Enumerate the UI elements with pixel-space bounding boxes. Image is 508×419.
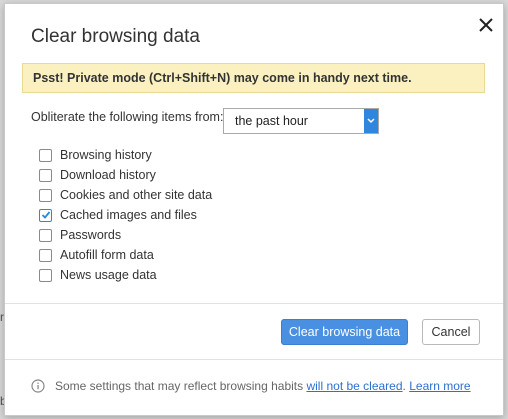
checkbox-download-history[interactable] — [39, 168, 52, 182]
option-autofill[interactable]: Autofill form data — [39, 245, 212, 265]
footer-note: Some settings that may reflect browsing … — [31, 379, 471, 393]
option-label: Passwords — [60, 228, 122, 242]
checkbox-autofill[interactable] — [39, 248, 52, 262]
option-passwords[interactable]: Passwords — [39, 225, 212, 245]
option-cached-images[interactable]: Cached images and files — [39, 205, 212, 225]
option-label: Cookies and other site data — [60, 188, 213, 202]
footer-text: Some settings that may reflect browsing … — [55, 379, 304, 393]
option-news-usage[interactable]: News usage data — [39, 265, 212, 285]
option-label: Browsing history — [60, 148, 152, 162]
time-range-value: the past hour — [235, 114, 308, 128]
close-button[interactable] — [475, 14, 497, 36]
checkbox-news-usage[interactable] — [39, 268, 52, 282]
checkbox-passwords[interactable] — [39, 228, 52, 242]
option-cookies[interactable]: Cookies and other site data — [39, 185, 212, 205]
options-list: Browsing history Download history Cookie… — [39, 145, 212, 285]
check-icon — [41, 211, 50, 219]
checkbox-browsing-history[interactable] — [39, 148, 52, 162]
option-browsing-history[interactable]: Browsing history — [39, 145, 212, 165]
info-icon — [31, 379, 45, 393]
divider — [5, 303, 503, 304]
close-icon — [479, 18, 493, 32]
option-label: Cached images and files — [60, 208, 197, 222]
learn-more-link[interactable]: Learn more — [409, 379, 470, 393]
option-label: Autofill form data — [60, 248, 154, 262]
clear-browsing-data-dialog: Clear browsing data Psst! Private mode (… — [4, 3, 504, 416]
clear-browsing-data-button[interactable]: Clear browsing data — [281, 319, 408, 345]
checkbox-cookies[interactable] — [39, 188, 52, 202]
option-label: Download history — [60, 168, 156, 182]
option-label: News usage data — [60, 268, 157, 282]
private-mode-banner: Psst! Private mode (Ctrl+Shift+N) may co… — [22, 63, 485, 93]
cancel-button[interactable]: Cancel — [422, 319, 480, 345]
chevron-down-icon — [364, 109, 378, 133]
time-range-select[interactable]: the past hour — [223, 108, 379, 134]
checkbox-cached-images[interactable] — [39, 208, 52, 222]
dialog-title: Clear browsing data — [31, 26, 200, 47]
time-range-label: Obliterate the following items from: — [31, 110, 224, 124]
option-download-history[interactable]: Download history — [39, 165, 212, 185]
divider — [5, 359, 503, 360]
not-cleared-link[interactable]: will not be cleared — [306, 379, 402, 393]
